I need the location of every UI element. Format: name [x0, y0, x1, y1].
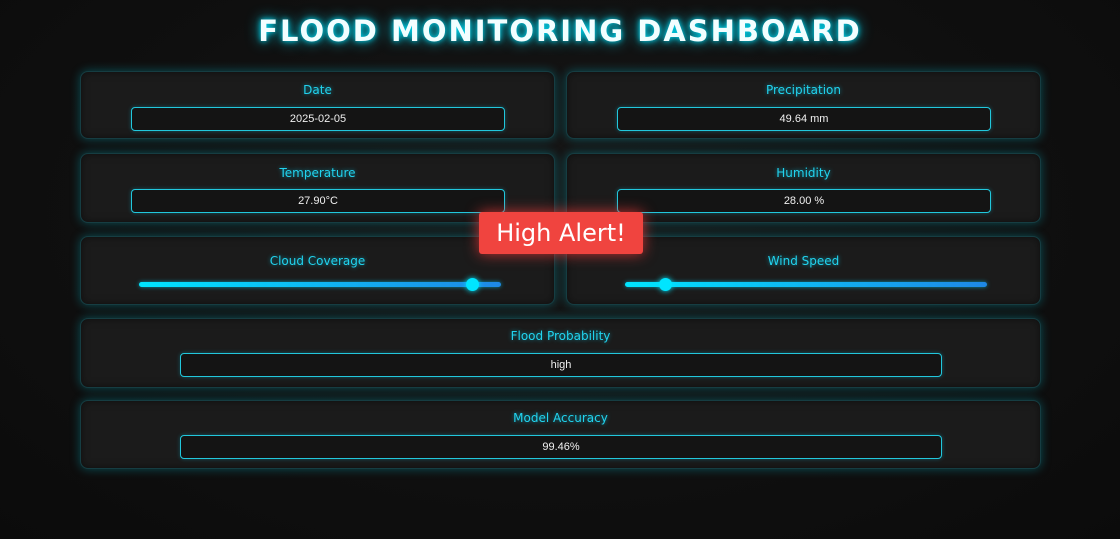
cloud-coverage-label: Cloud Coverage: [269, 254, 366, 268]
date-card: Date 2025-02-05: [80, 71, 555, 139]
temperature-label: Temperature: [279, 166, 356, 180]
wind-speed-slider-thumb[interactable]: [658, 278, 672, 291]
precipitation-card: Precipitation 49.64 mm: [566, 71, 1041, 139]
date-label: Date: [303, 83, 332, 97]
flood-probability-field[interactable]: high: [180, 353, 942, 377]
wind-speed-label: Wind Speed: [767, 254, 840, 268]
high-alert-badge: High Alert!: [479, 212, 643, 254]
model-accuracy-field[interactable]: 99.46%: [180, 435, 942, 459]
page-title: FLOOD MONITORING DASHBOARD: [258, 14, 862, 48]
flood-probability-label: Flood Probability: [510, 329, 611, 343]
date-field[interactable]: 2025-02-05: [131, 107, 505, 131]
cloud-coverage-slider-thumb[interactable]: [466, 278, 480, 291]
model-accuracy-label: Model Accuracy: [513, 411, 608, 425]
dashboard-page: FLOOD MONITORING DASHBOARD Date 2025-02-…: [0, 0, 1120, 539]
flood-probability-card: Flood Probability high: [80, 318, 1041, 388]
precipitation-field[interactable]: 49.64 mm: [617, 107, 991, 131]
wind-speed-slider[interactable]: [625, 278, 987, 291]
humidity-label: Humidity: [776, 166, 831, 180]
model-accuracy-card: Model Accuracy 99.46%: [80, 400, 1041, 469]
temperature-field[interactable]: 27.90°C: [131, 189, 505, 213]
humidity-field[interactable]: 28.00 %: [617, 189, 991, 213]
cloud-coverage-slider[interactable]: [139, 278, 501, 291]
precipitation-label: Precipitation: [765, 83, 841, 97]
